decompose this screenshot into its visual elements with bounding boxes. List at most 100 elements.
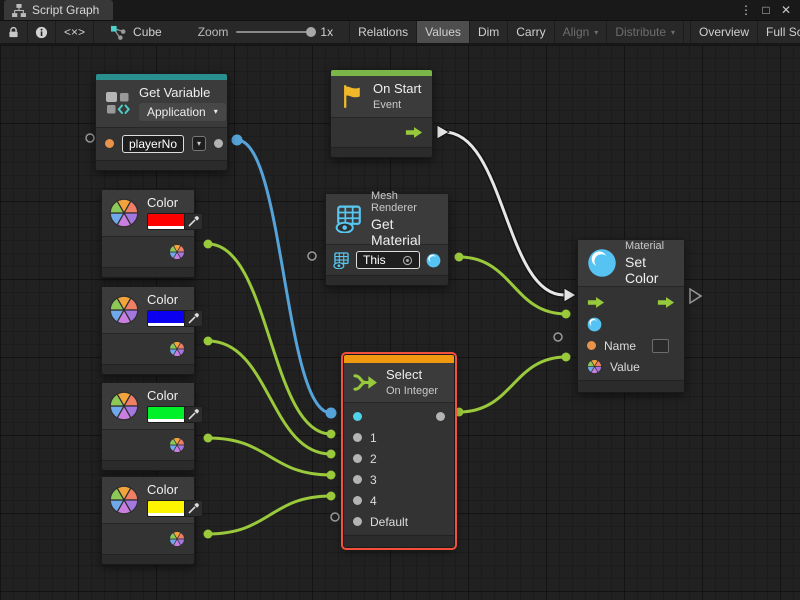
carry-button[interactable]: Carry: [508, 21, 554, 43]
variable-picker-dropdown[interactable]: ▾: [192, 136, 206, 151]
node-title: Get Variable: [139, 86, 226, 101]
select-option-row: 1: [344, 427, 454, 448]
zoom-slider-knob[interactable]: [306, 27, 316, 37]
color-swatch[interactable]: [148, 214, 184, 229]
kebab-menu-icon[interactable]: ⋮: [738, 3, 754, 17]
variable-name-port[interactable]: [105, 139, 114, 148]
color-output-port[interactable]: [169, 341, 185, 357]
option-3-port[interactable]: [353, 475, 362, 484]
tab-script-graph[interactable]: Script Graph: [4, 0, 113, 20]
node-footer: [331, 147, 432, 157]
node-header: Color: [102, 190, 194, 236]
eyedropper-button[interactable]: [184, 311, 202, 326]
distribute-dropdown[interactable]: Distribute ▾: [607, 21, 684, 43]
option-1-port[interactable]: [353, 433, 362, 442]
close-icon[interactable]: ✕: [778, 3, 794, 17]
node-subtitle: On Integer: [386, 385, 438, 397]
target-picker-icon[interactable]: [402, 255, 413, 266]
node-title: Color: [147, 389, 203, 404]
info-button[interactable]: [28, 21, 56, 43]
lock-button[interactable]: [0, 21, 28, 43]
node-component: Mesh Renderer: [371, 190, 439, 214]
node-color-yellow[interactable]: Color: [101, 476, 195, 565]
node-title: On Start: [373, 82, 421, 97]
color-swatch[interactable]: [148, 407, 184, 422]
eyedropper-icon: [187, 312, 200, 325]
values-button[interactable]: Values: [417, 21, 470, 43]
wire-color-yellow-to-select-4: [208, 496, 331, 534]
node-header: Color: [102, 287, 194, 333]
node-footer: [102, 460, 194, 470]
maximize-icon[interactable]: □: [758, 3, 774, 17]
color-output-port[interactable]: [169, 244, 185, 260]
open-port: [308, 252, 316, 260]
node-title: Set Color: [625, 254, 675, 286]
node-color-green[interactable]: Color: [101, 382, 195, 471]
target-self-field[interactable]: This: [356, 251, 420, 269]
node-body: [102, 429, 194, 460]
eyedropper-button[interactable]: [184, 214, 202, 229]
option-4-port[interactable]: [353, 496, 362, 505]
wire-getmaterial-to-setcolor-material: [459, 257, 566, 314]
node-body: [102, 236, 194, 267]
node-body: Name Value: [578, 286, 684, 380]
variable-name-field[interactable]: playerNo: [122, 135, 184, 153]
align-dropdown[interactable]: Align ▾: [555, 21, 608, 43]
select-option-row: 3: [344, 469, 454, 490]
color-swatch-control: [147, 310, 203, 327]
node-header: Material Set Color: [578, 240, 684, 286]
color-swatch-control: [147, 213, 203, 230]
color-swatch[interactable]: [148, 311, 184, 326]
selector-input-port[interactable]: [353, 412, 362, 421]
eyedropper-button[interactable]: [184, 407, 202, 422]
full-screen-button[interactable]: Full Screen: [758, 21, 800, 43]
flow-input-port[interactable]: [587, 296, 605, 309]
target-object-label: Cube: [133, 25, 162, 39]
node-select-on-integer[interactable]: Select On Integer 1 2: [343, 354, 455, 548]
flow-output-port[interactable]: [405, 126, 423, 139]
zoom-slider[interactable]: [236, 31, 312, 33]
node-color-blue[interactable]: Color: [101, 286, 195, 375]
name-input-port[interactable]: [587, 341, 596, 350]
node-color-red[interactable]: Color: [101, 189, 195, 278]
variable-scope-dropdown[interactable]: Application ▾: [139, 103, 226, 121]
color-swatch[interactable]: [148, 501, 184, 516]
open-port: [554, 333, 562, 341]
value-output-port[interactable]: [214, 139, 223, 148]
graph-canvas[interactable]: Get Variable Application ▾ playerNo ▾: [0, 45, 800, 600]
node-body: [331, 117, 432, 147]
node-on-start[interactable]: On Start Event: [330, 69, 433, 158]
network-icon: [110, 25, 127, 40]
node-color-bar: [344, 355, 454, 363]
zoom-control: Zoom 1x: [188, 21, 343, 43]
node-header: Color: [102, 383, 194, 429]
value-input-port[interactable]: [587, 359, 602, 374]
node-set-color[interactable]: Material Set Color Name: [577, 239, 685, 393]
selection-output-port[interactable]: [436, 412, 445, 421]
name-input-field[interactable]: [652, 339, 669, 353]
default-port[interactable]: [353, 517, 362, 526]
node-footer: [102, 364, 194, 374]
relations-button[interactable]: Relations: [349, 21, 417, 43]
color-output-port[interactable]: [169, 531, 185, 547]
node-subtitle: Event: [373, 99, 421, 111]
wire-color-red-to-select-1: [208, 244, 331, 434]
flow-output-port[interactable]: [657, 296, 675, 309]
node-footer: [102, 267, 194, 277]
dim-button[interactable]: Dim: [470, 21, 508, 43]
eyedropper-button[interactable]: [184, 501, 202, 516]
material-input-port[interactable]: [587, 317, 602, 332]
color-output-port[interactable]: [169, 437, 185, 453]
option-2-port[interactable]: [353, 454, 362, 463]
node-footer: [102, 554, 194, 564]
color-wheel-icon: [109, 198, 139, 228]
node-get-variable[interactable]: Get Variable Application ▾ playerNo ▾: [95, 73, 228, 171]
wire-onstart-to-setcolor-flow: [444, 132, 564, 295]
code-view-button[interactable]: <×>: [56, 21, 94, 43]
material-output-port[interactable]: [426, 253, 441, 268]
overview-button[interactable]: Overview: [690, 21, 758, 43]
chevron-down-icon: ▾: [594, 28, 598, 37]
graph-target[interactable]: Cube: [94, 21, 170, 43]
node-get-material[interactable]: Mesh Renderer Get Material This: [325, 193, 449, 286]
window-controls: ⋮ □ ✕: [738, 0, 800, 20]
